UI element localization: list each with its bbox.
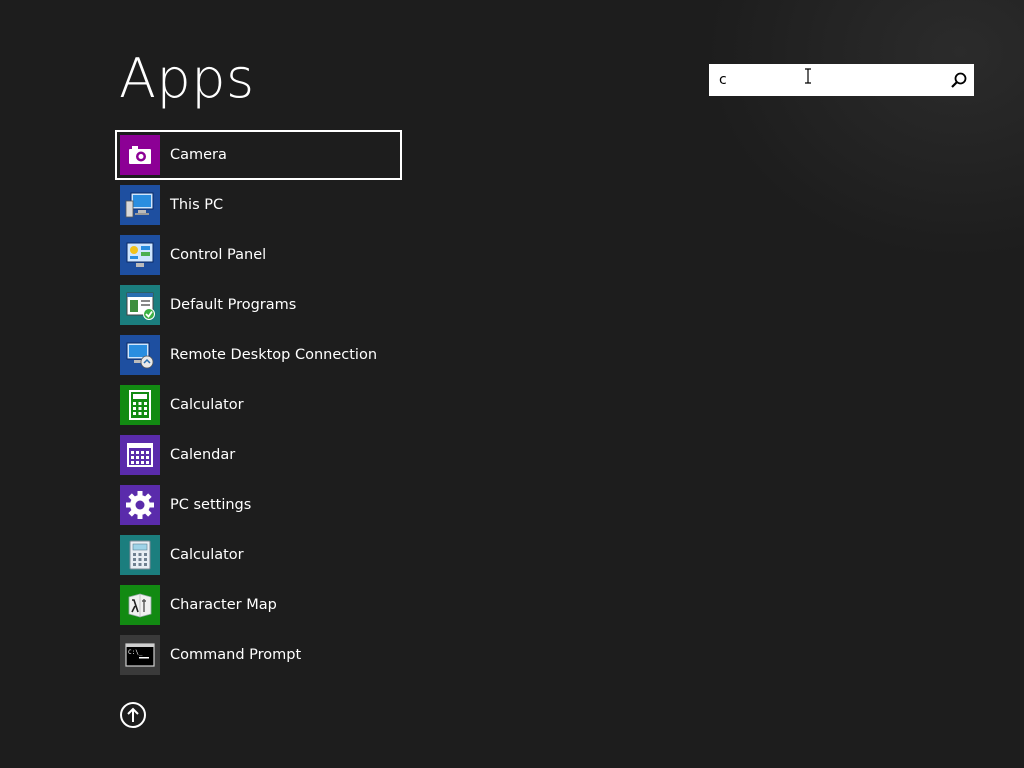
app-tile	[120, 485, 160, 525]
app-tile	[120, 235, 160, 275]
app-item-command-prompt[interactable]: C:\_ Command Prompt	[115, 630, 402, 680]
camera-icon	[129, 146, 151, 164]
default-programs-icon	[126, 292, 155, 320]
remote-desktop-icon	[126, 342, 154, 369]
text-cursor-icon	[805, 68, 811, 84]
app-label: Camera	[170, 147, 227, 163]
app-tile	[120, 435, 160, 475]
app-tile	[120, 535, 160, 575]
app-label: Calculator	[170, 547, 244, 563]
svg-text:C:\_: C:\_	[128, 649, 143, 656]
app-tile: C:\_	[120, 635, 160, 675]
app-item-default-programs[interactable]: Default Programs	[115, 280, 402, 330]
arrow-up-icon	[127, 707, 139, 722]
app-tile	[120, 585, 160, 625]
app-label: Calculator	[170, 397, 244, 413]
scroll-up-button[interactable]	[120, 702, 146, 728]
app-item-calculator[interactable]: Calculator	[115, 380, 402, 430]
app-list: Camera This PC Control Panel Default Pro…	[115, 130, 405, 680]
control-panel-icon	[126, 242, 154, 267]
app-label: Calendar	[170, 447, 236, 463]
app-label: Default Programs	[170, 297, 297, 313]
calculator-icon	[129, 390, 151, 420]
desktop-calculator-icon	[129, 540, 151, 570]
background-glow	[704, 0, 1024, 260]
search-button[interactable]	[944, 64, 974, 96]
app-item-camera[interactable]: Camera	[115, 130, 402, 180]
app-item-this-pc[interactable]: This PC	[115, 180, 402, 230]
computer-icon	[125, 192, 154, 218]
app-tile	[120, 385, 160, 425]
app-item-character-map[interactable]: Character Map	[115, 580, 402, 630]
app-item-calculator-desktop[interactable]: Calculator	[115, 530, 402, 580]
app-tile	[120, 185, 160, 225]
calendar-icon	[127, 443, 153, 467]
app-item-remote-desktop-connection[interactable]: Remote Desktop Connection	[115, 330, 402, 380]
app-item-calendar[interactable]: Calendar	[115, 430, 402, 480]
search-icon	[951, 72, 967, 88]
search-box[interactable]	[709, 64, 974, 96]
app-tile	[120, 285, 160, 325]
character-map-icon	[128, 593, 152, 618]
app-label: Character Map	[170, 597, 277, 613]
app-label: Command Prompt	[170, 647, 302, 663]
page-title: Apps	[119, 47, 255, 110]
app-tile	[120, 335, 160, 375]
app-tile	[120, 135, 160, 175]
app-label: Control Panel	[170, 247, 267, 263]
gear-icon	[126, 491, 154, 519]
command-prompt-icon: C:\_	[125, 643, 155, 667]
app-label: Remote Desktop Connection	[170, 347, 378, 363]
app-label: PC settings	[170, 497, 252, 513]
app-item-control-panel[interactable]: Control Panel	[115, 230, 402, 280]
app-item-pc-settings[interactable]: PC settings	[115, 480, 402, 530]
search-input[interactable]	[709, 64, 945, 96]
app-label: This PC	[170, 197, 224, 213]
